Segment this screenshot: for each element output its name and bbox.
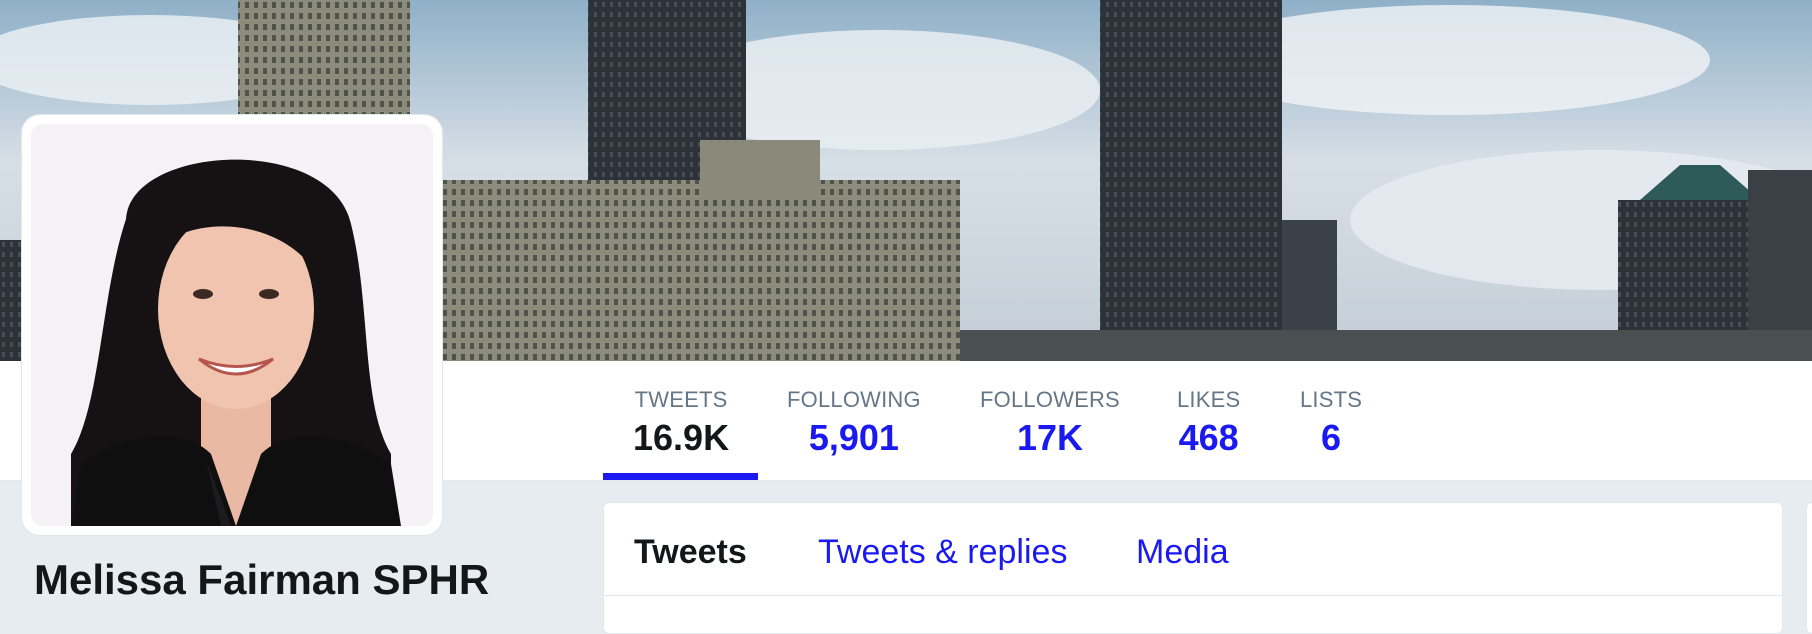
stat-label: TWEETS	[634, 387, 728, 412]
stat-likes[interactable]: LIKES 468	[1177, 387, 1240, 459]
stat-label: FOLLOWERS	[980, 387, 1120, 412]
card-divider	[604, 595, 1782, 596]
tab-media[interactable]: Media	[1136, 533, 1229, 572]
stat-tweets[interactable]: TWEETS 16.9K	[633, 387, 729, 459]
stat-followers[interactable]: FOLLOWERS 17K	[980, 387, 1120, 459]
stat-following[interactable]: FOLLOWING 5,901	[787, 387, 921, 459]
active-stat-underline	[603, 473, 758, 480]
stat-value: 5,901	[808, 417, 899, 458]
stat-value: 17K	[1016, 417, 1083, 458]
stat-label: LIKES	[1177, 387, 1241, 412]
tab-tweets[interactable]: Tweets	[634, 533, 747, 572]
stat-lists[interactable]: LISTS 6	[1300, 387, 1362, 459]
stat-value: 16.9K	[633, 417, 730, 458]
side-card-edge	[1806, 502, 1812, 634]
stat-label: LISTS	[1300, 387, 1363, 412]
stat-value: 468	[1178, 417, 1239, 458]
avatar	[31, 124, 433, 526]
profile-name: Melissa Fairman SPHR	[34, 556, 490, 603]
tab-tweets-and-replies[interactable]: Tweets & replies	[818, 533, 1067, 572]
avatar-frame[interactable]	[22, 115, 442, 535]
stat-value: 6	[1321, 417, 1342, 458]
profile-photo	[31, 124, 433, 526]
timeline-card: Tweets Tweets & replies Media	[603, 502, 1783, 634]
stat-label: FOLLOWING	[787, 387, 921, 412]
